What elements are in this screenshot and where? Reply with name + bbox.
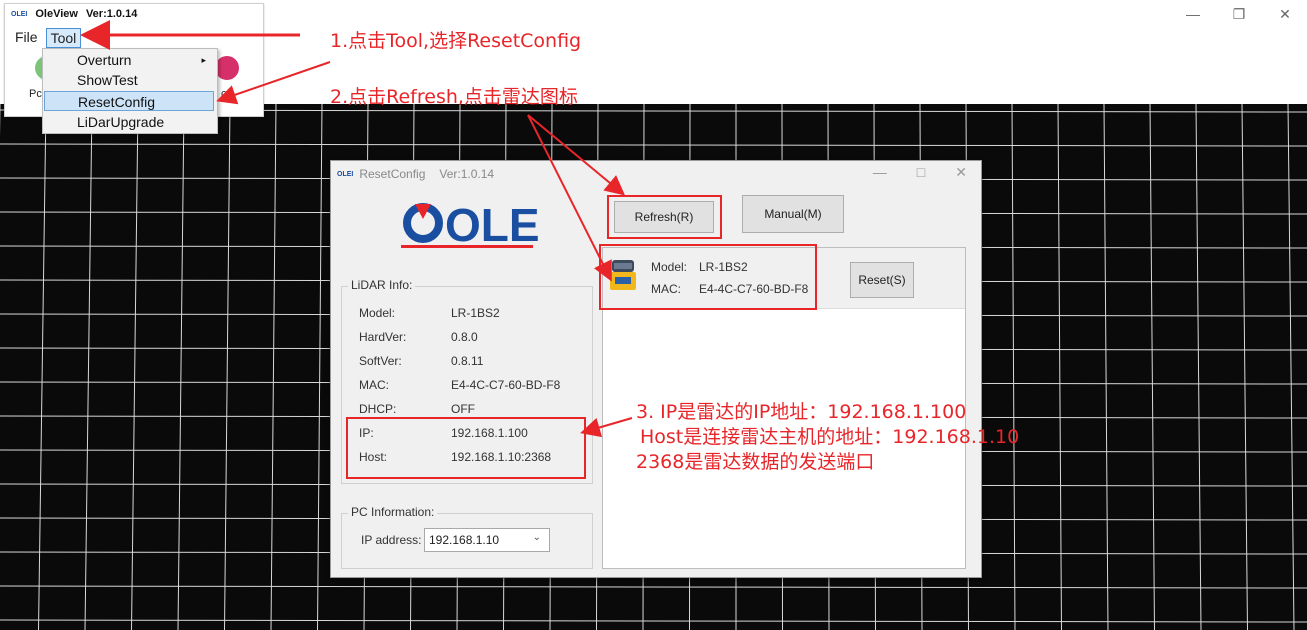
- annotation-step2: 2.点击Refresh,点击雷达图标: [330, 86, 578, 108]
- annotation-step3-line2: Host是连接雷达主机的地址：192.168.1.10: [640, 426, 1020, 448]
- annotation-step3-line1: 3. IP是雷达的IP地址：192.168.1.100: [636, 401, 967, 423]
- arrow-to-device: [527, 114, 612, 282]
- annotation-step3: 3. IP是雷达的IP地址：192.168.1.100 Host是连接雷达主机的…: [636, 400, 1019, 475]
- annotation-step3-line3: 2368是雷达数据的发送端口: [636, 451, 875, 473]
- annotation-step1: 1.点击Tool,选择ResetConfig: [330, 30, 582, 52]
- annotation-arrows: [80, 20, 633, 438]
- arrow-to-ip-info: [580, 417, 633, 438]
- arrow-to-refresh: [527, 114, 626, 196]
- arrow-to-resetconfig: [216, 61, 331, 105]
